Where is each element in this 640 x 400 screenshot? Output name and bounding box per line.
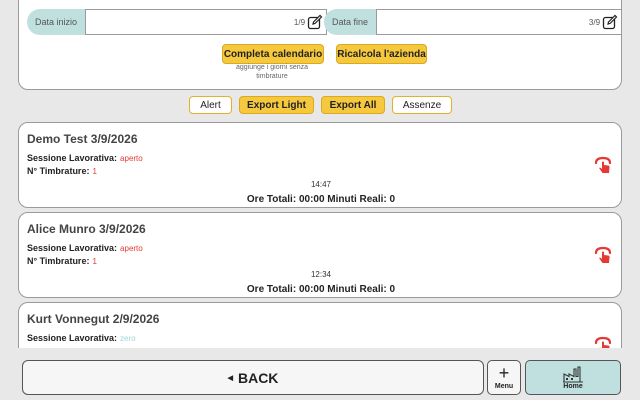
back-button[interactable]: ◀ BACK <box>22 360 484 395</box>
session-title: Demo Test 3/9/2026 <box>27 132 138 146</box>
end-date-value: 3/9 <box>588 17 601 27</box>
plus-icon: + <box>498 363 510 383</box>
session-totals: Ore Totali: 00:00 Minuti Reali: 0 <box>246 284 396 295</box>
end-date-label: Data fine <box>324 9 377 35</box>
edit-icon[interactable] <box>602 14 618 30</box>
recalculate-company-button[interactable]: Ricalcola l'azienda <box>336 44 427 64</box>
complete-calendar-hint: aggiunge i giorni senza timbrature <box>236 64 308 80</box>
session-time: 12:34 <box>310 270 332 279</box>
session-status-label: Sessione Lavorativa: <box>27 333 118 343</box>
session-status-label: Sessione Lavorativa: <box>27 153 118 163</box>
punch-count-value: 1 <box>92 167 97 176</box>
session-time: 14:47 <box>310 180 332 189</box>
tap-hand-icon[interactable] <box>593 245 613 265</box>
start-date-field[interactable]: 1/9 <box>85 9 328 35</box>
absences-button[interactable]: Assenze <box>392 96 452 114</box>
session-status-value: zero <box>120 334 136 343</box>
session-status-row: Sessione Lavorativa: aperto <box>27 153 143 163</box>
session-card[interactable]: Demo Test 3/9/2026 Sessione Lavorativa: a… <box>18 122 622 208</box>
start-date-value: 1/9 <box>293 17 306 27</box>
home-button[interactable]: Home <box>525 360 621 395</box>
punch-count-label: N° Timbrature: <box>27 166 90 176</box>
session-totals: Ore Totali: 00:00 Minuti Reali: 0 <box>246 194 396 205</box>
start-date-group: Data inizio 1/9 <box>27 9 328 35</box>
complete-calendar-button[interactable]: Completa calendario <box>222 44 324 64</box>
session-title: Alice Munro 3/9/2026 <box>27 222 146 236</box>
start-date-label: Data inizio <box>27 9 86 35</box>
export-light-button[interactable]: Export Light <box>239 96 314 114</box>
back-label: BACK <box>237 369 279 386</box>
session-status-value: aperto <box>120 154 143 163</box>
factory-icon <box>562 365 584 383</box>
menu-label: Menu <box>494 383 514 390</box>
menu-button[interactable]: + Menu <box>487 360 521 395</box>
export-all-button[interactable]: Export All <box>321 96 385 114</box>
session-card[interactable]: Kurt Vonnegut 2/9/2026 Sessione Lavorati… <box>18 302 622 348</box>
session-status-label: Sessione Lavorativa: <box>27 243 118 253</box>
tap-hand-icon[interactable] <box>593 155 613 175</box>
end-date-group: Data fine 3/9 <box>324 9 623 35</box>
punch-count-row: N° Timbrature: 1 <box>27 256 97 266</box>
alert-button[interactable]: Alert <box>189 96 232 114</box>
home-label: Home <box>563 383 583 390</box>
session-status-row: Sessione Lavorativa: zero <box>27 333 136 343</box>
session-title: Kurt Vonnegut 2/9/2026 <box>27 312 160 326</box>
session-status-value: aperto <box>120 244 143 253</box>
session-list[interactable]: Demo Test 3/9/2026 Sessione Lavorativa: a… <box>18 122 622 348</box>
tap-hand-icon[interactable] <box>593 335 613 348</box>
end-date-field[interactable]: 3/9 <box>376 9 623 35</box>
punch-count-value: 1 <box>92 257 97 266</box>
punch-count-label: N° Timbrature: <box>27 256 90 266</box>
edit-icon[interactable] <box>307 14 323 30</box>
session-card[interactable]: Alice Munro 3/9/2026 Sessione Lavorativa… <box>18 212 622 298</box>
caret-left-icon: ◀ <box>227 374 233 382</box>
session-status-row: Sessione Lavorativa: aperto <box>27 243 143 253</box>
punch-count-row: N° Timbrature: 1 <box>27 166 97 176</box>
